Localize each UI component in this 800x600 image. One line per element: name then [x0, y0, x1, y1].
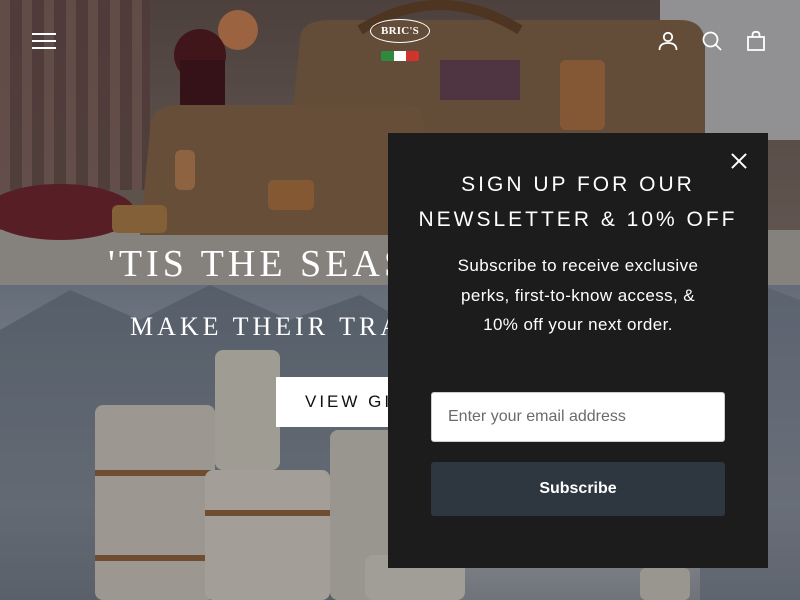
cart-bag-icon[interactable]	[744, 29, 768, 53]
brand-logo[interactable]: BRIC'S	[369, 19, 431, 65]
newsletter-popup: SIGN UP FOR OUR NEWSLETTER & 10% OFF Sub…	[388, 133, 768, 568]
italian-flag-icon	[381, 51, 419, 61]
popup-description: Subscribe to receive exclusive perks, fi…	[388, 251, 768, 340]
email-input[interactable]	[431, 392, 725, 442]
search-icon[interactable]	[700, 29, 724, 53]
popup-description-line: Subscribe to receive exclusive	[457, 256, 699, 275]
logo-text: BRIC'S	[381, 25, 419, 37]
popup-title-line: SIGN UP FOR OUR	[461, 173, 695, 196]
subscribe-button[interactable]: Subscribe	[431, 462, 725, 516]
menu-icon[interactable]	[32, 32, 56, 50]
popup-description-line: 10% off your next order.	[483, 315, 673, 334]
logo-oval: BRIC'S	[370, 19, 430, 43]
account-icon[interactable]	[656, 29, 680, 53]
site-header: BRIC'S	[0, 0, 800, 82]
popup-title: SIGN UP FOR OUR NEWSLETTER & 10% OFF	[388, 167, 768, 237]
popup-title-line: NEWSLETTER & 10% OFF	[418, 208, 738, 231]
popup-description-line: perks, first-to-know access, &	[460, 285, 695, 305]
